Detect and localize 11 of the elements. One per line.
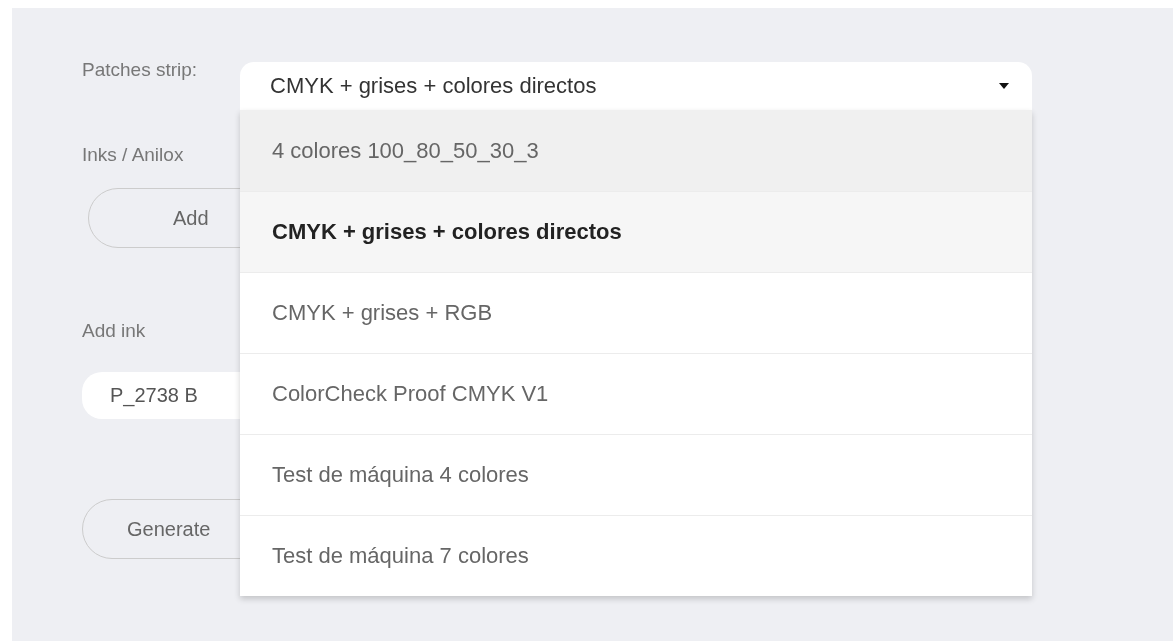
add-ink-label: Add ink [82, 320, 147, 342]
patches-strip-label: Patches strip: [82, 60, 199, 80]
dropdown-option[interactable]: ColorCheck Proof CMYK V1 [240, 353, 1032, 434]
dropdown-option[interactable]: CMYK + grises + RGB [240, 272, 1032, 353]
dropdown-option[interactable]: 4 colores 100_80_50_30_3 [240, 110, 1032, 191]
caret-icon [998, 82, 1010, 90]
patches-select[interactable]: CMYK + grises + colores directos [240, 62, 1032, 110]
dropdown-option[interactable]: Test de máquina 4 colores [240, 434, 1032, 515]
dropdown-option[interactable]: Test de máquina 7 colores [240, 515, 1032, 596]
inks-anilox-label: Inks / Anilox [82, 144, 184, 166]
dropdown-option[interactable]: CMYK + grises + colores directos [240, 191, 1032, 272]
